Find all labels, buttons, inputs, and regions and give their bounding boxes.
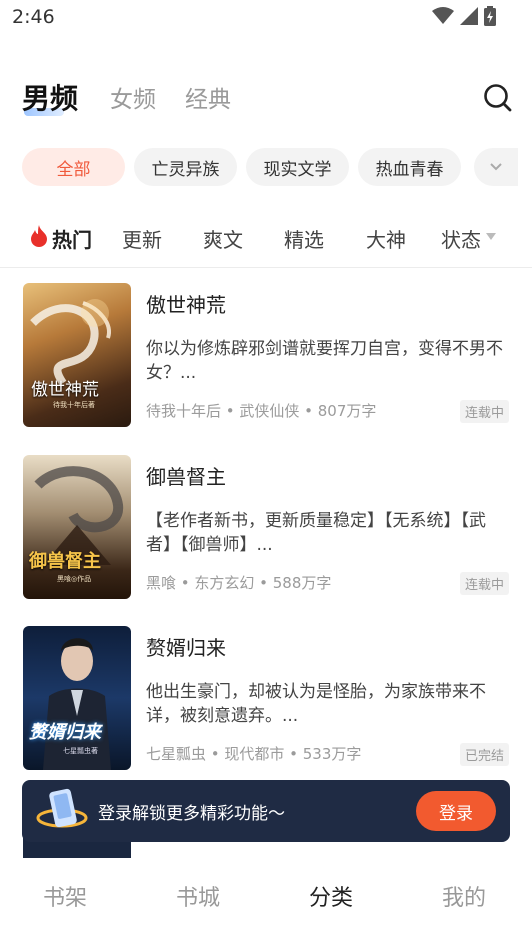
book-item[interactable]: 御兽督主 黑喰◎作品 御兽督主 【老作者新书，更新质量稳定】【无系统】【武者】【… bbox=[0, 455, 532, 605]
filter-hot[interactable]: 热门 bbox=[52, 224, 92, 253]
category-chips: 全部 亡灵异族 现实文学 热血青春 bbox=[0, 148, 532, 188]
nav-bookstore[interactable]: 书城 bbox=[176, 880, 220, 912]
tab-female[interactable]: 女频 bbox=[110, 80, 156, 114]
tab-classic[interactable]: 经典 bbox=[185, 80, 231, 114]
book-description: 你以为修炼辟邪剑谱就要挥刀自宫，变得不男不女？... bbox=[146, 339, 503, 383]
top-nav: 男频 女频 经典 bbox=[0, 70, 532, 126]
chip-undead[interactable]: 亡灵异族 bbox=[134, 148, 237, 186]
status-icons bbox=[432, 6, 496, 26]
cover-author: 待我十年后著 bbox=[53, 401, 95, 409]
chips-expand-button[interactable] bbox=[474, 148, 518, 186]
battery-icon bbox=[484, 6, 496, 26]
nav-mine[interactable]: 我的 bbox=[442, 880, 486, 912]
book-cover[interactable]: 御兽督主 黑喰◎作品 bbox=[23, 455, 131, 599]
tab-male[interactable]: 男频 bbox=[22, 77, 78, 117]
caret-down-icon bbox=[486, 233, 496, 240]
signal-icon bbox=[460, 7, 478, 25]
chip-realistic[interactable]: 现实文学 bbox=[246, 148, 349, 186]
filter-update[interactable]: 更新 bbox=[122, 224, 162, 253]
bottom-nav: 书架 书城 分类 我的 bbox=[0, 858, 532, 946]
nav-category[interactable]: 分类 bbox=[309, 880, 353, 912]
book-meta: 待我十年后 • 武侠仙侠 • 807万字 bbox=[146, 402, 377, 420]
status-badge: 连载中 bbox=[459, 572, 509, 595]
banner-text: 登录解锁更多精彩功能～ bbox=[98, 804, 285, 824]
wifi-icon bbox=[432, 7, 454, 24]
filter-status[interactable]: 状态 bbox=[441, 224, 481, 253]
status-badge: 连载中 bbox=[459, 400, 509, 423]
book-title[interactable]: 赘婿归来 bbox=[146, 632, 226, 661]
book-meta: 黑喰 • 东方玄幻 • 588万字 bbox=[146, 574, 332, 592]
search-icon[interactable] bbox=[482, 82, 514, 114]
book-item[interactable]: 赘婿归来 七星瓢虫著 赘婿归来 他出生豪门，却被认为是怪胎，为家族带来不详，被刻… bbox=[0, 626, 532, 776]
status-bar: 2:46 bbox=[0, 0, 532, 40]
unlock-phone-icon bbox=[36, 788, 88, 828]
nav-bookshelf[interactable]: 书架 bbox=[43, 880, 87, 912]
book-cover[interactable]: 傲世神荒 待我十年后著 bbox=[23, 283, 131, 427]
divider bbox=[0, 267, 532, 268]
status-badge: 已完结 bbox=[459, 743, 509, 766]
chip-all[interactable]: 全部 bbox=[22, 148, 125, 186]
flame-icon bbox=[31, 225, 47, 247]
filter-cool[interactable]: 爽文 bbox=[203, 224, 243, 253]
login-button[interactable]: 登录 bbox=[416, 791, 496, 831]
book-description: 他出生豪门，却被认为是怪胎，为家族带来不详，被刻意遗弃。... bbox=[146, 682, 486, 726]
cover-title: 傲世神荒 bbox=[31, 380, 99, 400]
chip-youth[interactable]: 热血青春 bbox=[358, 148, 461, 186]
cover-author: 黑喰◎作品 bbox=[57, 575, 92, 583]
chevron-down-icon bbox=[490, 163, 502, 171]
book-cover[interactable]: 赘婿归来 七星瓢虫著 bbox=[23, 626, 131, 770]
filter-featured[interactable]: 精选 bbox=[284, 224, 324, 253]
cover-author: 七星瓢虫著 bbox=[63, 747, 98, 755]
cover-title: 赘婿归来 bbox=[29, 722, 101, 743]
book-item[interactable]: 傲世神荒 待我十年后著 傲世神荒 你以为修炼辟邪剑谱就要挥刀自宫，变得不男不女？… bbox=[0, 283, 532, 433]
login-banner[interactable]: 登录解锁更多精彩功能～ 登录 bbox=[22, 780, 510, 842]
cover-title: 御兽督主 bbox=[29, 551, 101, 572]
book-title[interactable]: 傲世神荒 bbox=[146, 289, 226, 318]
book-description: 【老作者新书，更新质量稳定】【无系统】【武者】【御兽师】... bbox=[146, 511, 486, 555]
status-time: 2:46 bbox=[12, 6, 55, 28]
book-meta: 七星瓢虫 • 现代都市 • 533万字 bbox=[146, 745, 362, 763]
book-title[interactable]: 御兽督主 bbox=[146, 461, 226, 490]
filter-master[interactable]: 大神 bbox=[366, 224, 406, 253]
filter-tabs: 热门 更新 爽文 精选 大神 状态 bbox=[0, 220, 532, 256]
